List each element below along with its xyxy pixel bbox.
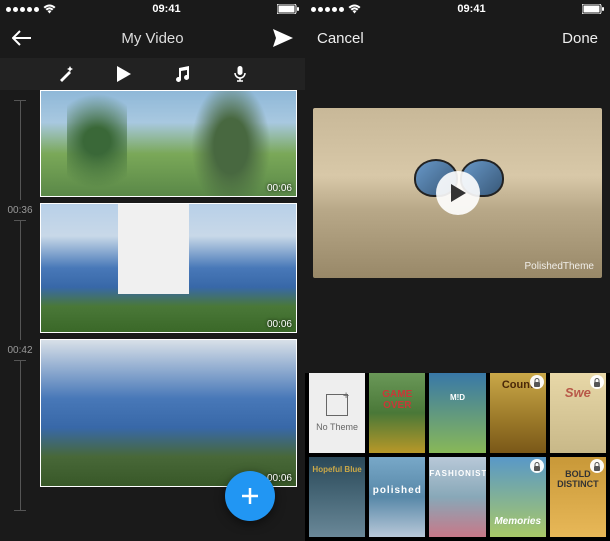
video-clip[interactable]: 00:06 [40, 203, 297, 333]
theme-hopeful[interactable]: Hopeful Blue [309, 457, 365, 537]
battery-icon [582, 4, 604, 14]
theme-watermark: PolishedTheme [525, 261, 594, 272]
theme-bold[interactable]: BOLD DISTINCT [550, 457, 606, 537]
status-time: 09:41 [152, 3, 180, 15]
send-button[interactable] [233, 29, 293, 47]
theme-polished[interactable]: polished [369, 457, 425, 537]
arrow-left-icon [12, 30, 32, 46]
theme-label: No Theme [316, 422, 358, 432]
lock-icon [590, 375, 604, 389]
video-clip[interactable]: 00:06 [40, 90, 297, 197]
magic-wand-icon [58, 66, 74, 82]
lock-icon [530, 375, 544, 389]
theme-label: FASHIONISTA [429, 469, 485, 478]
music-button[interactable] [173, 65, 191, 83]
lock-icon [530, 459, 544, 473]
music-note-icon [175, 66, 189, 82]
theme-label: Hopeful Blue [309, 465, 365, 474]
theme-memories[interactable]: Memories [490, 457, 546, 537]
preview-play-button[interactable] [436, 171, 480, 215]
theme-label: Memories [490, 516, 546, 527]
clip-duration: 00:06 [267, 319, 292, 330]
status-bar: 09:41 [0, 0, 305, 18]
microphone-icon [234, 66, 246, 82]
status-time: 09:41 [457, 3, 485, 15]
theme-swe[interactable]: Swe [550, 373, 606, 453]
theme-mid[interactable]: M!D [429, 373, 485, 453]
add-clip-button[interactable] [225, 471, 275, 521]
nav-bar: Cancel Done [305, 18, 610, 58]
clip-duration: 00:06 [267, 183, 292, 194]
nav-bar: My Video [0, 18, 305, 58]
theme-label: M!D [429, 393, 485, 402]
video-preview[interactable]: PolishedTheme [313, 108, 602, 278]
video-clip[interactable]: 00:06 [40, 339, 297, 487]
theme-count[interactable]: Count [490, 373, 546, 453]
play-icon [117, 66, 131, 82]
wifi-icon [43, 4, 56, 14]
time-marker: 00:42 [0, 345, 40, 356]
time-ruler: 00:36 00:42 [0, 90, 40, 541]
done-button[interactable]: Done [538, 30, 598, 47]
editor-screen: 09:41 My Video 00:36 [0, 0, 305, 541]
time-marker: 00:36 [0, 205, 40, 216]
theme-label: polished [369, 485, 425, 496]
theme-grid: No Theme GAME OVER M!D Count Swe Hopeful… [305, 373, 610, 541]
theme-label: GAME OVER [369, 389, 425, 411]
editor-toolbar [0, 58, 305, 90]
theme-screen: 09:41 Cancel Done PolishedTheme No Theme… [305, 0, 610, 541]
status-bar: 09:41 [305, 0, 610, 18]
battery-icon [277, 4, 299, 14]
signal-dots-icon [311, 7, 344, 12]
theme-gameover[interactable]: GAME OVER [369, 373, 425, 453]
back-button[interactable] [12, 30, 72, 46]
play-icon [450, 184, 466, 202]
theme-fashionista[interactable]: FASHIONISTA [429, 457, 485, 537]
magic-button[interactable] [57, 65, 75, 83]
theme-none[interactable]: No Theme [309, 373, 365, 453]
play-button[interactable] [115, 65, 133, 83]
wifi-icon [348, 4, 361, 14]
mic-button[interactable] [231, 65, 249, 83]
page-title: My Video [121, 30, 183, 47]
lock-icon [590, 459, 604, 473]
add-theme-icon [326, 394, 348, 416]
plus-icon [239, 485, 261, 507]
signal-dots-icon [6, 7, 39, 12]
send-icon [273, 29, 293, 47]
cancel-button[interactable]: Cancel [317, 30, 377, 47]
